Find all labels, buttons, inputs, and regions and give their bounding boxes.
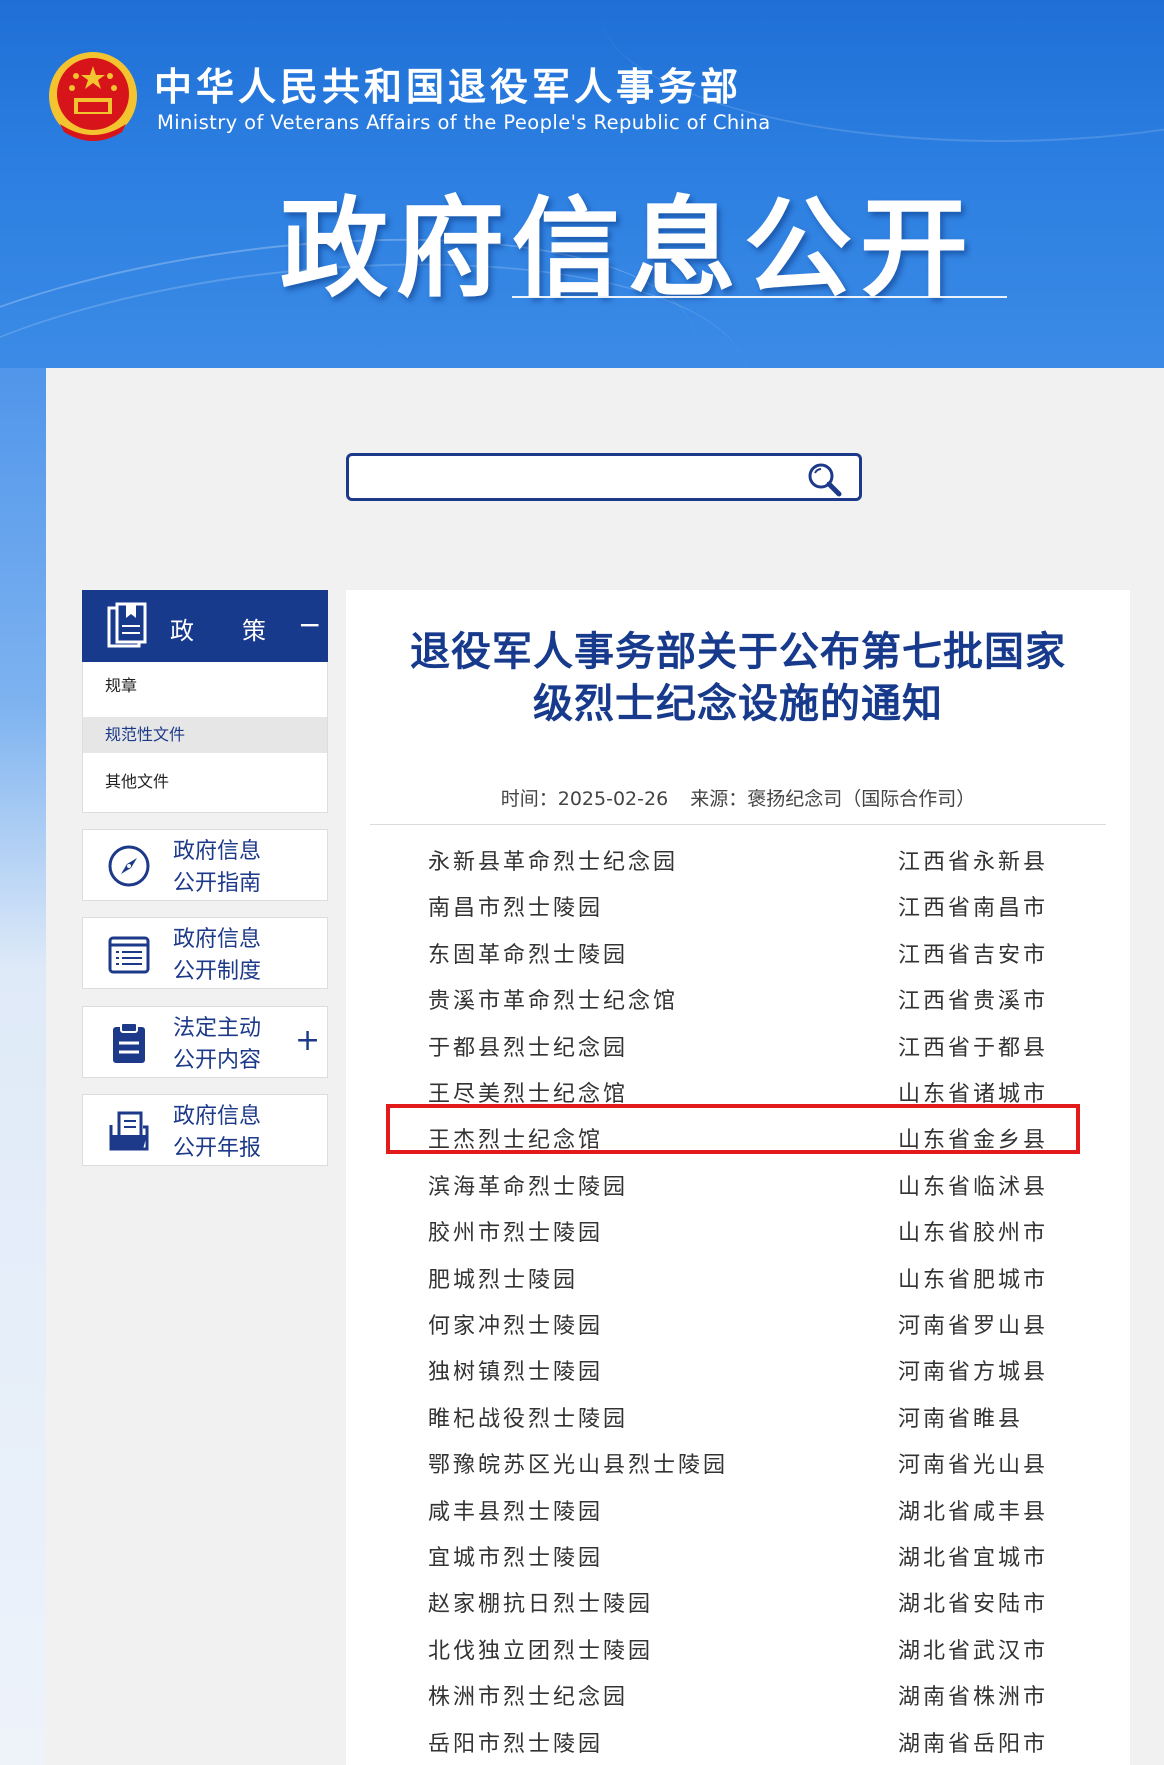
facility-name: 岳阳市烈士陵园 [428, 1731, 604, 1757]
article-panel: 退役军人事务部关于公布第七批国家 级烈士纪念设施的通知 时间：2025-02-2… [346, 590, 1130, 1765]
table-row: 宜城市烈士陵园 湖北省宜城市 [346, 1532, 1130, 1578]
facility-location: 湖北省武汉市 [898, 1638, 1049, 1664]
sidebar-section-title: 政 [170, 617, 194, 645]
facility-name: 赵家棚抗日烈士陵园 [428, 1592, 654, 1618]
facility-name: 南昌市烈士陵园 [428, 896, 604, 922]
search-box[interactable] [346, 453, 862, 501]
table-row: 独树镇烈士陵园 河南省方城县 [346, 1346, 1130, 1392]
facility-name: 滨海革命烈士陵园 [428, 1174, 629, 1200]
card-label: 政府信息 [173, 927, 262, 952]
facility-location: 湖北省宜城市 [898, 1546, 1049, 1571]
card-label: 公开制度 [173, 959, 262, 984]
list-document-icon [108, 936, 150, 974]
table-row: 贵溪市革命烈士纪念馆 江西省贵溪市 [346, 975, 1130, 1021]
facility-location: 江西省吉安市 [898, 942, 1049, 968]
facility-location: 山东省胶州市 [898, 1221, 1049, 1247]
facility-location: 湖北省安陆市 [898, 1592, 1049, 1618]
ministry-name-cn: 中华人民共和国退役军人事务部 [154, 64, 743, 109]
card-label: 公开年报 [173, 1136, 262, 1161]
expand-icon[interactable]: + [295, 1023, 320, 1059]
card-label: 法定主动 [173, 1016, 262, 1041]
facility-name: 独树镇烈士陵园 [428, 1360, 604, 1386]
facility-location: 河南省方城县 [898, 1360, 1049, 1386]
facility-location: 江西省南昌市 [898, 896, 1049, 922]
facility-location: 河南省罗山县 [898, 1314, 1049, 1339]
table-row: 岳阳市烈士陵园 湖南省岳阳市 [346, 1718, 1130, 1764]
search-icon[interactable] [805, 461, 845, 497]
facility-name: 睢杞战役烈士陵园 [428, 1406, 629, 1432]
sidebar-item-other-docs[interactable]: 其他文件 [83, 764, 327, 800]
table-row: 滨海革命烈士陵园 山东省临沭县 [346, 1161, 1130, 1207]
table-row: 何家冲烈士陵园 河南省罗山县 [346, 1300, 1130, 1346]
facility-location: 江西省于都县 [898, 1035, 1049, 1061]
facility-name: 胶州市烈士陵园 [428, 1221, 604, 1247]
facility-name: 东固革命烈士陵园 [428, 942, 629, 968]
article-title: 退役军人事务部关于公布第七批国家 级烈士纪念设施的通知 [346, 626, 1130, 730]
sidebar-card-annual-report[interactable]: 政府信息 公开年报 [82, 1094, 328, 1166]
facility-name: 宜城市烈士陵园 [428, 1546, 604, 1571]
sidebar-item-rules[interactable]: 规章 [83, 668, 327, 704]
facility-location: 湖南省岳阳市 [898, 1731, 1049, 1757]
sidebar-card-guide[interactable]: 政府信息 公开指南 [82, 829, 328, 901]
collapse-icon[interactable]: − [298, 608, 321, 641]
table-row: 株洲市烈士纪念园 湖南省株洲市 [346, 1671, 1130, 1717]
facility-location: 江西省永新县 [898, 850, 1049, 875]
divider [370, 824, 1106, 825]
table-row: 肥城烈士陵园 山东省肥城市 [346, 1254, 1130, 1300]
ministry-name-en: Ministry of Veterans Affairs of the Peop… [157, 111, 771, 134]
table-row: 于都县烈士纪念园 江西省于都县 [346, 1022, 1130, 1068]
banner-underline [512, 296, 1007, 298]
facility-location: 湖北省咸丰县 [898, 1499, 1049, 1525]
article-title-line: 级烈士纪念设施的通知 [533, 681, 943, 727]
facility-location: 山东省临沭县 [898, 1174, 1049, 1200]
table-row: 东固革命烈士陵园 江西省吉安市 [346, 929, 1130, 975]
card-label: 公开内容 [173, 1048, 262, 1073]
clipboard-icon [113, 1022, 145, 1063]
header-banner: 中华人民共和国退役军人事务部 Ministry of Veterans Affa… [0, 0, 1164, 368]
table-row: 鄂豫皖苏区光山县烈士陵园 河南省光山县 [346, 1439, 1130, 1485]
facility-name: 永新县革命烈士纪念园 [428, 850, 679, 875]
table-row: 胶州市烈士陵园 山东省胶州市 [346, 1207, 1130, 1253]
publish-time: 时间：2025-02-26 [500, 788, 669, 810]
facility-location: 湖南省株洲市 [898, 1685, 1049, 1711]
card-label: 公开指南 [173, 871, 262, 896]
facility-location: 山东省肥城市 [898, 1267, 1049, 1293]
search-input[interactable] [359, 462, 803, 494]
highlight-box [386, 1104, 1080, 1154]
table-row: 咸丰县烈士陵园 湖北省咸丰县 [346, 1486, 1130, 1532]
folder-report-icon [109, 1111, 149, 1151]
card-label: 政府信息 [173, 839, 262, 864]
document-icon [107, 602, 147, 648]
sidebar-item-normative-docs[interactable]: 规范性文件 [83, 717, 327, 753]
facility-name: 肥城烈士陵园 [428, 1267, 579, 1293]
compass-icon [108, 845, 150, 887]
facility-location: 河南省光山县 [898, 1453, 1049, 1479]
facility-name: 鄂豫皖苏区光山县烈士陵园 [428, 1453, 729, 1479]
table-row: 睢杞战役烈士陵园 河南省睢县 [346, 1393, 1130, 1439]
article-meta: 时间：2025-02-26 来源：褒扬纪念司（国际合作司） [346, 784, 1130, 811]
national-emblem-icon [49, 52, 137, 141]
facility-name: 株洲市烈士纪念园 [428, 1685, 629, 1711]
table-row: 南昌市烈士陵园 江西省南昌市 [346, 882, 1130, 928]
table-row: 北伐独立团烈士陵园 湖北省武汉市 [346, 1625, 1130, 1671]
sidebar-card-statutory[interactable]: 法定主动公开内容 + [82, 1006, 328, 1078]
sidebar-card-system[interactable]: 政府信息 公开制度 [82, 917, 328, 989]
facility-location: 江西省贵溪市 [898, 989, 1049, 1015]
page-banner-title: 政府信息公开 [280, 187, 977, 312]
sidebar-section-title: 策 [242, 617, 266, 645]
article-title-line: 退役军人事务部关于公布第七批国家 [410, 629, 1066, 675]
table-row: 赵家棚抗日烈士陵园 湖北省安陆市 [346, 1578, 1130, 1624]
facility-name: 北伐独立团烈士陵园 [428, 1638, 654, 1664]
article-source: 来源：褒扬纪念司（国际合作司） [690, 788, 976, 810]
sidebar-sublist: 规章 规范性文件 其他文件 [82, 662, 328, 813]
facility-name: 何家冲烈士陵园 [428, 1314, 604, 1339]
sidebar-section-policy[interactable]: 政 策 − [82, 590, 328, 662]
facility-location: 河南省睢县 [898, 1406, 1024, 1432]
facility-name: 贵溪市革命烈士纪念馆 [428, 989, 679, 1015]
facility-name: 于都县烈士纪念园 [428, 1035, 629, 1061]
table-row: 永新县革命烈士纪念园 江西省永新县 [346, 836, 1130, 882]
card-label: 政府信息 [173, 1104, 262, 1129]
facility-name: 咸丰县烈士陵园 [428, 1499, 604, 1525]
